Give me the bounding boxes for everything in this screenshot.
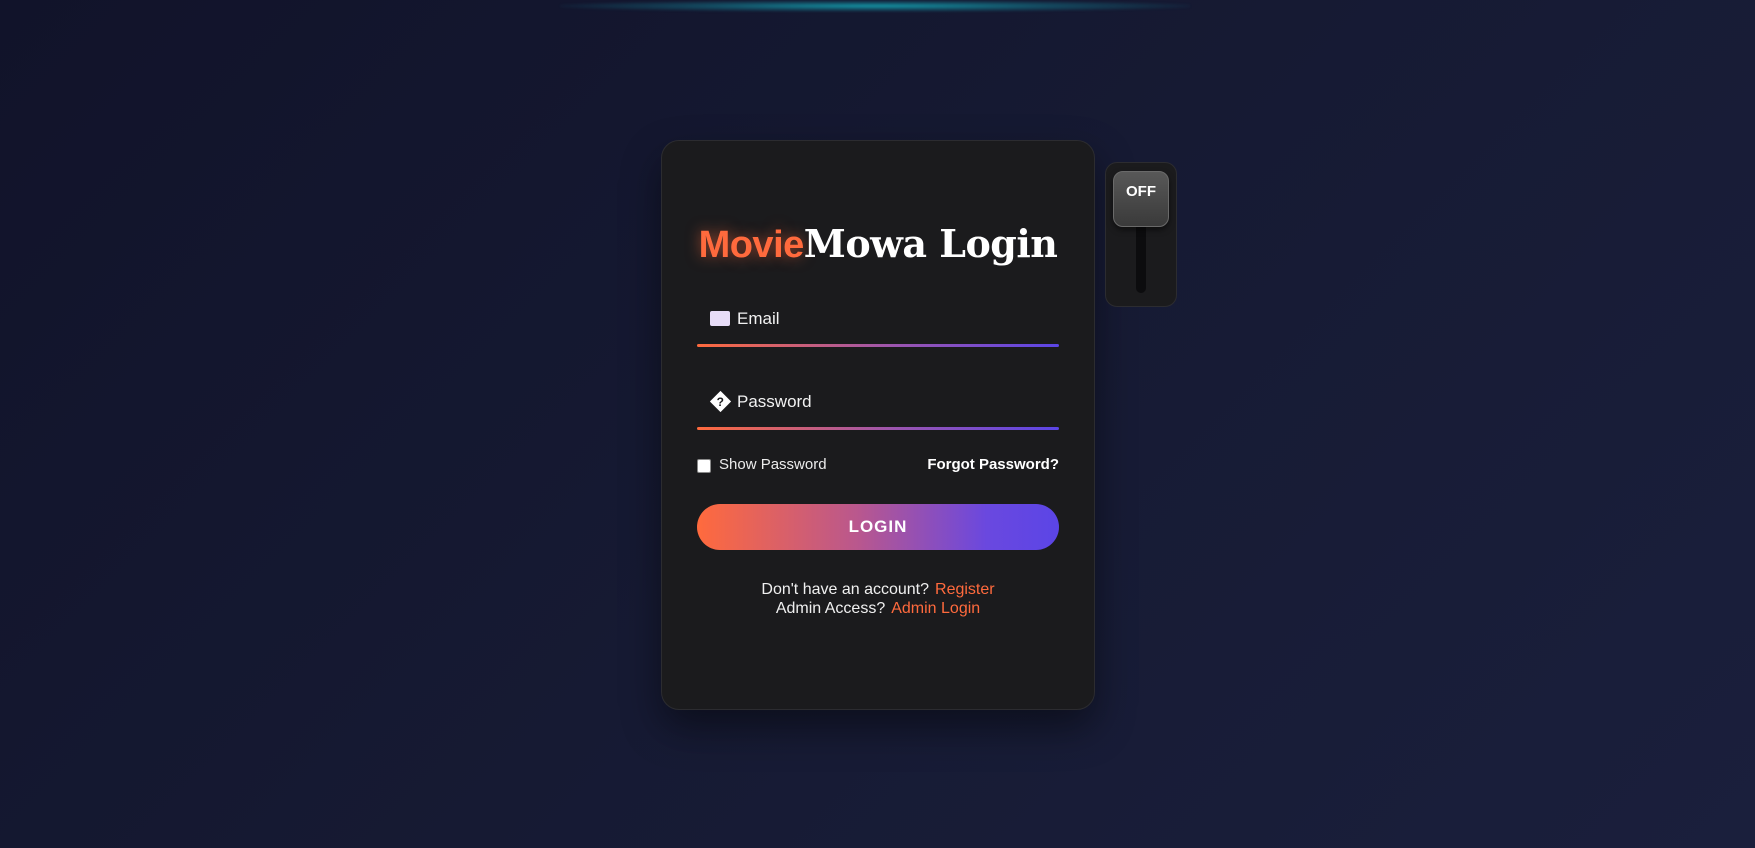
show-password-checkbox[interactable] [697,459,711,473]
password-field-group: ? [697,378,1059,430]
password-underline [697,427,1059,430]
title-rest: Mowa Login [803,221,1058,266]
toggle-state-label: OFF [1126,183,1156,200]
page-title: MovieMowa Login [662,221,1094,267]
top-glow-decoration [560,0,1190,12]
email-input[interactable] [735,301,1049,337]
email-underline [697,344,1059,347]
admin-row: Admin Access? Admin Login [662,600,1094,618]
forgot-password-link[interactable]: Forgot Password? [927,456,1059,473]
login-card: MovieMowa Login ? Show Password Forgot P… [661,140,1095,710]
admin-prompt: Admin Access? [775,600,886,617]
mail-icon [709,307,731,329]
admin-login-link[interactable]: Admin Login [891,600,980,617]
lock-icon: ? [709,390,731,412]
theme-toggle-panel: OFF [1105,162,1177,307]
register-row: Don't have an account? Register [662,581,1094,599]
login-options-row: Show Password Forgot Password? [697,454,1059,478]
register-prompt: Don't have an account? [761,581,930,598]
register-link[interactable]: Register [935,581,995,598]
login-button[interactable]: LOGIN [697,504,1059,550]
title-brand: Movie [698,224,805,266]
toggle-switch[interactable]: OFF [1113,171,1169,227]
email-field-group [697,295,1059,347]
show-password-label[interactable]: Show Password [719,456,827,473]
password-input[interactable] [735,384,1049,420]
